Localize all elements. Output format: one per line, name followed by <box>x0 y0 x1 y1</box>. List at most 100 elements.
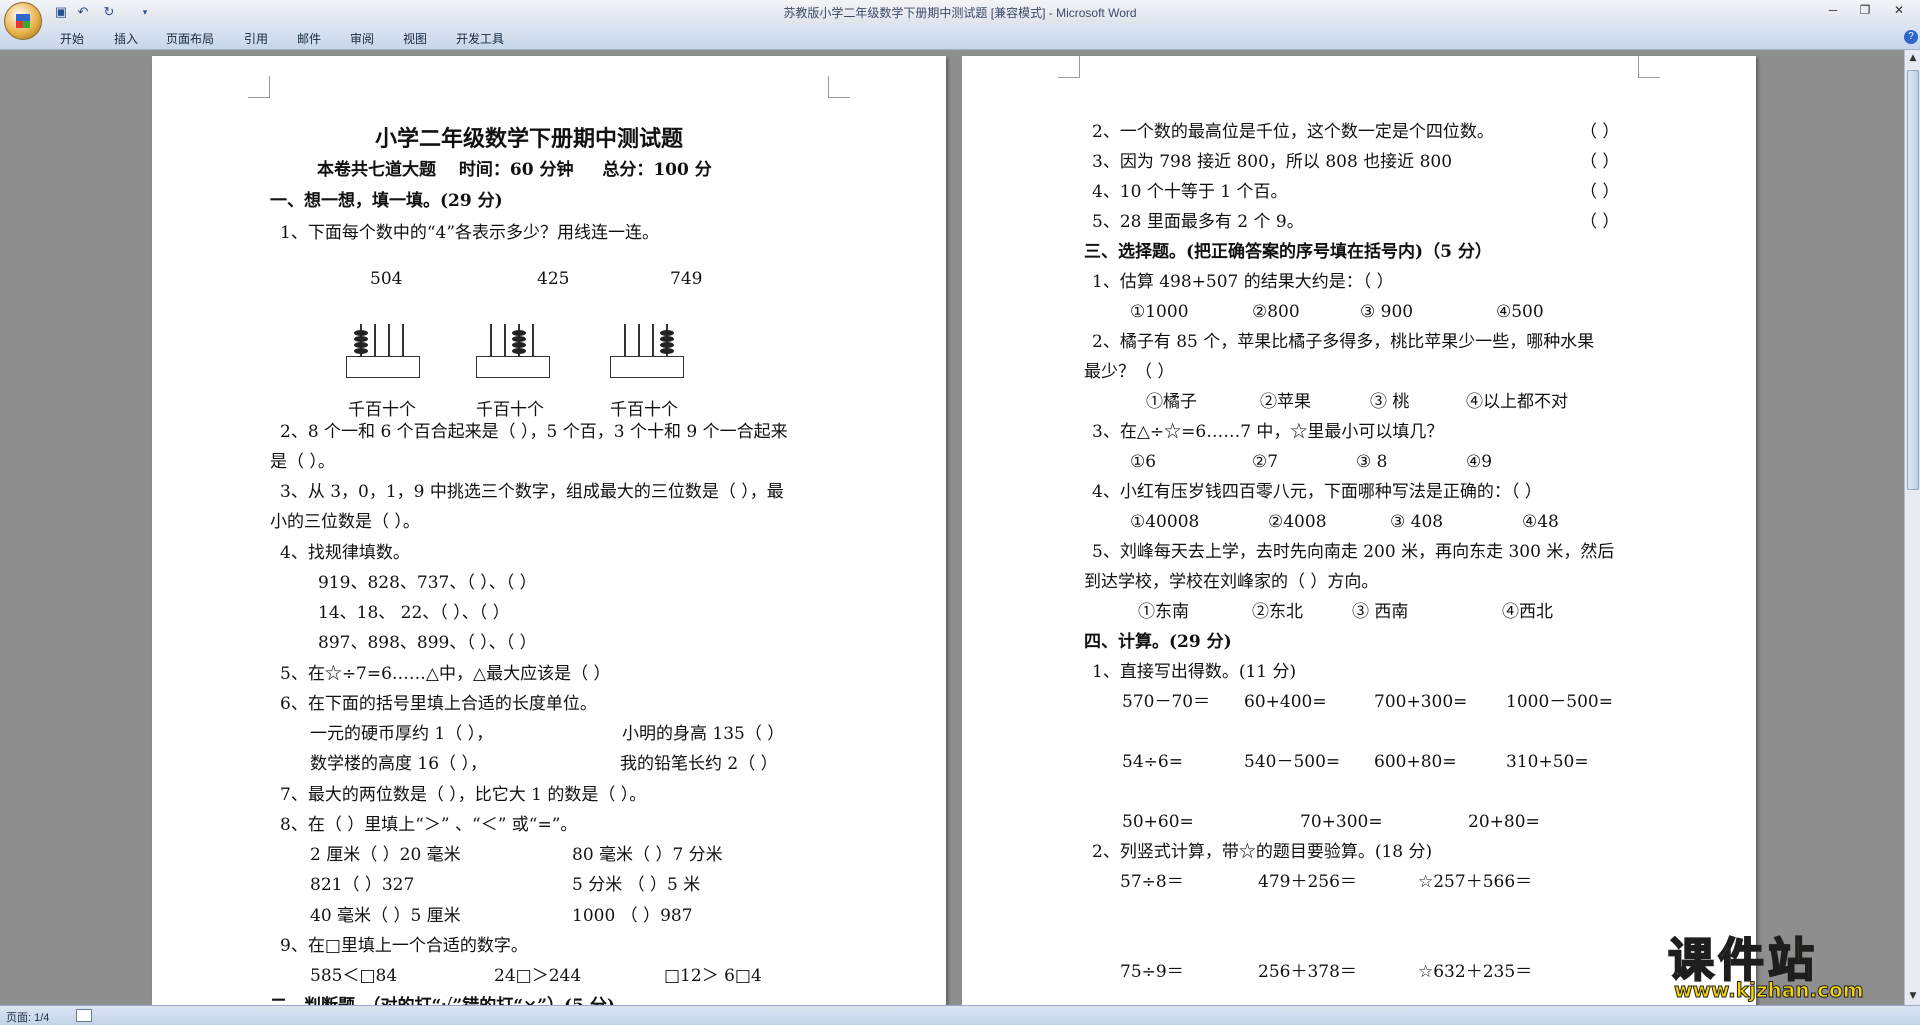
choice-question: 到达学校，学校在刘峰家的（ ）方向。 <box>1084 572 1379 592</box>
abacus-figure <box>610 324 684 378</box>
choice-option: ③ 408 <box>1390 512 1444 532</box>
calc-item: ☆632＋235＝ <box>1418 962 1533 982</box>
macro-record-icon[interactable] <box>76 1009 92 1022</box>
digit-item: 585＜□84 <box>310 966 398 986</box>
choice-option: ④500 <box>1496 302 1544 322</box>
compare-item: 821（ ）327 <box>310 875 415 895</box>
calc-item: 60+400= <box>1244 692 1327 712</box>
sequence-line: 14、18、 22、（ ）、（ ） <box>318 603 510 623</box>
watermark-url: www.kjzhan.com <box>1674 978 1865 1003</box>
choice-question: 3、在△÷☆=6……7 中，☆里最小可以填几？ <box>1092 422 1444 442</box>
tab-developer[interactable]: 开发工具 <box>456 30 504 47</box>
choice-option: ④48 <box>1522 512 1559 532</box>
calc-item: 54÷6= <box>1122 752 1183 772</box>
choice-option: ①东南 <box>1138 602 1189 622</box>
crop-mark <box>828 76 850 98</box>
choice-option: ①40008 <box>1130 512 1200 532</box>
office-button[interactable] <box>4 2 42 40</box>
help-icon[interactable]: ? <box>1904 30 1918 44</box>
section-heading: 一、想一想，填一填。(29 分) <box>270 191 503 211</box>
maximize-icon[interactable]: ❐ <box>1850 0 1880 20</box>
page-1[interactable]: 小学二年级数学下册期中测试题 本卷共七道大题 时间：60 分钟 总分：100 分… <box>152 56 946 1005</box>
calc-item: 310+50= <box>1506 752 1589 772</box>
number-label: 504 <box>370 269 403 289</box>
choice-option: ②800 <box>1252 302 1300 322</box>
calc-item: 50+60= <box>1122 812 1194 832</box>
section-heading: 三、选择题。(把正确答案的序号填在括号内)（5 分） <box>1084 242 1492 262</box>
minimize-icon[interactable]: ─ <box>1818 0 1848 20</box>
document-area[interactable]: 小学二年级数学下册期中测试题 本卷共七道大题 时间：60 分钟 总分：100 分… <box>0 50 1904 1005</box>
question-text: 8、在（ ）里填上“＞” 、“＜” 或“=”。 <box>280 815 578 835</box>
abacus-figure <box>346 324 420 378</box>
compare-item: 40 毫米（ ）5 厘米 <box>310 906 461 926</box>
answer-paren: （ ） <box>1580 182 1620 202</box>
place-value-label: 千百十个 <box>476 400 544 420</box>
question-text: 3、从 3，0，1，9 中挑选三个数字，组成最大的三位数是（ ），最 <box>280 482 784 502</box>
calc-item: 70+300= <box>1300 812 1383 832</box>
unit-item: 我的铅笔长约 2（ ） <box>620 754 778 774</box>
choice-option: ①1000 <box>1130 302 1189 322</box>
scroll-thumb[interactable] <box>1907 70 1919 490</box>
choice-question: 5、刘峰每天去上学，去时先向南走 200 米，再向东走 300 米，然后 <box>1092 542 1615 562</box>
choice-option: ③ 桃 <box>1370 392 1410 412</box>
calc-item: 20+80= <box>1468 812 1540 832</box>
vertical-scrollbar[interactable]: ▲ ▼ <box>1904 50 1920 1005</box>
place-value-label: 千百十个 <box>348 400 416 420</box>
unit-item: 小明的身高 135（ ） <box>622 724 785 744</box>
tab-page-layout[interactable]: 页面布局 <box>166 30 214 47</box>
page-count[interactable]: 页面: 1/4 <box>6 1009 49 1025</box>
place-value-label: 千百十个 <box>610 400 678 420</box>
section-heading: 四、计算。(29 分) <box>1084 632 1232 652</box>
choice-option: ③ 西南 <box>1352 602 1409 622</box>
crop-mark <box>248 76 270 98</box>
question-text: 6、在下面的括号里填上合适的长度单位。 <box>280 694 597 714</box>
number-label: 425 <box>537 269 570 289</box>
choice-option: ②苹果 <box>1260 392 1311 412</box>
tab-review[interactable]: 审阅 <box>350 30 374 47</box>
tab-home[interactable]: 开始 <box>60 30 84 47</box>
choice-option: ②4008 <box>1268 512 1327 532</box>
choice-question: 最少？（ ） <box>1084 362 1175 382</box>
calc-question: 2、列竖式计算，带☆的题目要验算。(18 分) <box>1092 842 1433 862</box>
choice-question: 2、橘子有 85 个，苹果比橘子多得多，桃比苹果少一些，哪种水果 <box>1092 332 1595 352</box>
calc-item: 57÷8＝ <box>1120 872 1184 892</box>
tab-mailings[interactable]: 邮件 <box>297 30 321 47</box>
page-2[interactable]: 2、一个数的最高位是千位，这个数一定是个四位数。 （ ） 3、因为 798 接近… <box>962 56 1756 1005</box>
calc-item: 700+300= <box>1374 692 1468 712</box>
doc-title: 小学二年级数学下册期中测试题 <box>375 126 684 152</box>
unit-item: 数学楼的高度 16（ ）， <box>310 754 487 774</box>
choice-option: ③ 8 <box>1356 452 1388 472</box>
choice-option: ④9 <box>1466 452 1493 472</box>
question-text: 7、最大的两位数是（ ），比它大 1 的数是（ ）。 <box>280 785 647 805</box>
calc-item: ☆257＋566＝ <box>1418 872 1533 892</box>
unit-item: 一元的硬币厚约 1（ ）， <box>310 724 494 744</box>
judge-item: 5、28 里面最多有 2 个 9。 <box>1092 212 1304 232</box>
calc-item: 600+80= <box>1374 752 1457 772</box>
choice-question: 4、小红有压岁钱四百零八元，下面哪种写法是正确的：（ ） <box>1092 482 1542 502</box>
close-icon[interactable]: ✕ <box>1884 0 1914 20</box>
tab-references[interactable]: 引用 <box>244 30 268 47</box>
scroll-up-icon[interactable]: ▲ <box>1907 52 1919 64</box>
answer-paren: （ ） <box>1580 122 1620 142</box>
calc-item: 256＋378＝ <box>1258 962 1357 982</box>
question-text: 是（ ）。 <box>270 452 335 472</box>
calc-item: 479＋256＝ <box>1258 872 1357 892</box>
crop-mark <box>1058 56 1080 78</box>
question-text: 2、8 个一和 6 个百合起来是（ ），5 个百，3 个十和 9 个一合起来 <box>280 422 788 442</box>
tab-view[interactable]: 视图 <box>403 30 427 47</box>
choice-option: ③ 900 <box>1360 302 1414 322</box>
compare-item: 80 毫米（ ）7 分米 <box>572 845 723 865</box>
choice-question: 1、估算 498+507 的结果大约是：（ ） <box>1092 272 1394 292</box>
judge-item: 2、一个数的最高位是千位，这个数一定是个四位数。 <box>1092 122 1494 142</box>
title-bar: ▣ ↶ ↻ ▾ 苏教版小学二年级数学下册期中测试题 [兼容模式] - Micro… <box>0 0 1920 40</box>
choice-option: ④西北 <box>1502 602 1553 622</box>
judge-item: 3、因为 798 接近 800，所以 808 也接近 800 <box>1092 152 1453 172</box>
judge-item: 4、10 个十等于 1 个百。 <box>1092 182 1288 202</box>
number-label: 749 <box>670 269 703 289</box>
crop-mark <box>1638 56 1660 78</box>
question-text: 1、下面每个数中的“4”各表示多少？用线连一连。 <box>280 223 660 243</box>
tab-insert[interactable]: 插入 <box>114 30 138 47</box>
section-heading: 二、判断题。（对的打“√”错的打“×”）(5 分) <box>270 996 615 1005</box>
watermark-logo: 课件站 www.kjzhan.com <box>1660 924 1910 1003</box>
sequence-line: 919、828、737、（ ）、（ ） <box>318 573 537 593</box>
